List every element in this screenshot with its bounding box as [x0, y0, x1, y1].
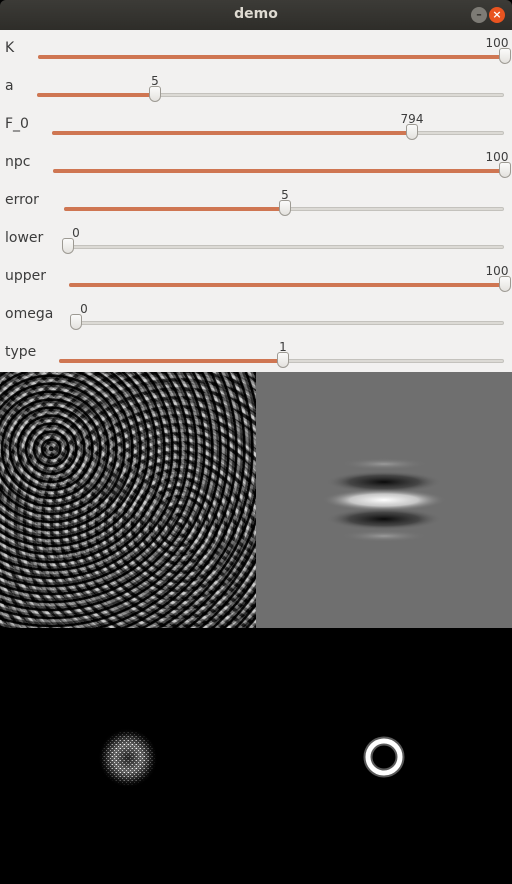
gabor-kernel-image [256, 372, 512, 628]
slider-thumb[interactable] [406, 124, 418, 140]
trackbar-fill [37, 93, 154, 97]
trackbar-row-k: K 100 [0, 30, 512, 68]
trackbar-error[interactable]: 5 [64, 188, 504, 216]
trackbar-row-upper: upper 100 [0, 258, 512, 296]
trackbar-label: type [5, 344, 37, 360]
trackbar-label: a [5, 78, 14, 94]
slider-thumb[interactable] [149, 86, 161, 102]
trackbar-type[interactable]: 1 [59, 340, 504, 368]
trackbar-value: 5 [151, 74, 159, 88]
trackbar-value: 5 [281, 188, 289, 202]
noise-spectrum-image [0, 628, 256, 884]
trackbar-label: omega [5, 306, 54, 322]
trackbar-label: lower [5, 230, 44, 246]
trackbar-value: 1 [279, 340, 287, 354]
slider-thumb[interactable] [62, 238, 74, 254]
trackbar-lower[interactable]: 0 [62, 226, 504, 254]
spectrum-graphic [96, 726, 160, 790]
minimize-icon[interactable]: – [471, 7, 487, 23]
trackbar-upper[interactable]: 100 [69, 264, 511, 292]
trackbar-label: F_0 [5, 116, 29, 132]
trackbar-row-omega: omega 0 [0, 296, 512, 334]
gabor-kernel-graphic [322, 458, 446, 542]
filtered-noise-image [0, 372, 256, 628]
slider-thumb[interactable] [499, 276, 511, 292]
trackbar-panel: K 100 a 5 F_0 794 npc 100 error 5 lower … [0, 30, 512, 372]
trackbar-fill [69, 283, 504, 287]
trackbar-row-npc: npc 100 [0, 144, 512, 182]
slider-thumb[interactable] [279, 200, 291, 216]
trackbar-value: 100 [485, 264, 509, 278]
trackbar-row-type: type 1 [0, 334, 512, 372]
slider-thumb[interactable] [499, 162, 511, 178]
trackbar-f0[interactable]: 794 [52, 112, 504, 140]
trackbar-label: npc [5, 154, 31, 170]
trackbar-label: upper [5, 268, 47, 284]
trackbar-omega[interactable]: 0 [70, 302, 504, 330]
trackbar-label: K [5, 40, 15, 56]
trackbar-row-f0: F_0 794 [0, 106, 512, 144]
trackbar-label: error [5, 192, 39, 208]
trackbar-value: 100 [485, 150, 509, 164]
window-title: demo [234, 6, 278, 22]
trackbar-fill [59, 359, 282, 363]
trackbar-fill [53, 169, 504, 173]
ring-graphic [363, 736, 405, 778]
trackbar-value: 0 [72, 226, 80, 240]
trackbar-fill [38, 55, 504, 59]
trackbar-value: 100 [485, 36, 509, 50]
trackbar-row-a: a 5 [0, 68, 512, 106]
window-titlebar[interactable]: demo – × [0, 0, 512, 30]
slider-thumb[interactable] [277, 352, 289, 368]
trackbar-k[interactable]: 100 [38, 36, 511, 64]
trackbar-value: 0 [80, 302, 88, 316]
trackbar-value: 794 [400, 112, 424, 126]
slider-thumb[interactable] [70, 314, 82, 330]
trackbar-npc[interactable]: 100 [53, 150, 511, 178]
kernel-spectrum-ring-image [256, 628, 512, 884]
close-icon[interactable]: × [489, 7, 505, 23]
trackbar-fill [64, 207, 284, 211]
trackbar-fill [52, 131, 411, 135]
trackbar-row-lower: lower 0 [0, 220, 512, 258]
slider-thumb[interactable] [499, 48, 511, 64]
trackbar-a[interactable]: 5 [37, 74, 504, 102]
trackbar-row-error: error 5 [0, 182, 512, 220]
